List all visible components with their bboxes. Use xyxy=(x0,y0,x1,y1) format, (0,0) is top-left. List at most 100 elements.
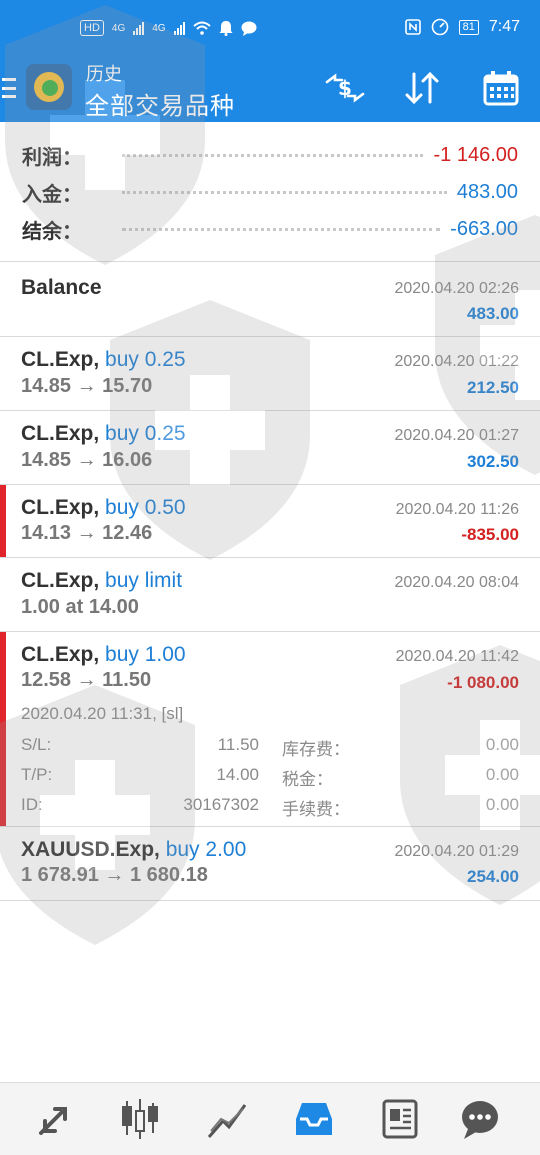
deal-row-expanded[interactable]: CL.Exp, buy 1.00 12.58 → 11.50 2020.04.2… xyxy=(0,632,540,827)
deal-time: 2020.04.20 08:04 xyxy=(394,574,519,591)
balance-label: 结余： xyxy=(22,220,82,243)
deal-prices: 14.85 → 15.70 xyxy=(21,375,153,397)
header-subtitle: 历史 xyxy=(86,64,122,84)
metatrader-logo[interactable] xyxy=(26,64,72,110)
tp-value: 14.00 xyxy=(216,765,259,784)
trade-arrows-icon[interactable] xyxy=(33,1097,77,1141)
deal-symbol: XAUUSD.Exp, xyxy=(21,838,160,861)
deal-time: 2020.04.20 01:27 xyxy=(394,427,519,444)
deal-time: 2020.04.20 02:26 xyxy=(394,280,519,297)
message-icon xyxy=(241,21,257,36)
status-bar: HD 4G 4G 81 7:47 xyxy=(0,0,540,56)
app-header: HD 4G 4G 81 7:47 历史 全部交易品种 $ xyxy=(0,0,540,122)
deal-time: 2020.04.20 01:29 xyxy=(394,843,519,860)
fee-label: 手续费： xyxy=(282,800,350,819)
deposit-value: 483.00 xyxy=(456,180,518,203)
swap-value: 0.00 xyxy=(485,735,519,754)
dotted-leader xyxy=(122,190,447,194)
deal-title: XAUUSD.Exp, buy 2.00 xyxy=(21,838,246,862)
dotted-leader xyxy=(122,153,424,157)
chart-line-icon[interactable] xyxy=(205,1097,249,1141)
loss-marker xyxy=(0,632,6,826)
currency-sort-icon[interactable]: $ xyxy=(325,68,365,108)
deal-row[interactable]: Balance 2020.04.20 02:26 483.00 xyxy=(0,262,540,337)
calendar-icon[interactable] xyxy=(481,68,521,108)
deal-prices: 1.00 at 14.00 xyxy=(21,596,139,618)
deal-title: CL.Exp, buy 0.50 xyxy=(21,496,186,520)
dotted-leader xyxy=(122,227,441,231)
sl-label: S/L: xyxy=(21,735,52,754)
deal-prices: 1 678.91 → 1 680.18 xyxy=(21,864,208,886)
chat-icon[interactable] xyxy=(458,1097,502,1141)
deal-prices: 14.13 → 12.46 xyxy=(21,522,153,544)
candlestick-icon[interactable] xyxy=(118,1097,162,1141)
deal-prices: 14.85 → 16.06 xyxy=(21,449,153,471)
deal-symbol: CL.Exp, xyxy=(21,422,100,445)
deal-operation: buy 0.50 xyxy=(105,496,186,519)
nfc-icon xyxy=(404,19,421,35)
deal-symbol: CL.Exp, xyxy=(21,643,100,666)
deal-profit: -1 080.00 xyxy=(447,673,519,692)
deal-time: 2020.04.20 11:26 xyxy=(395,501,519,518)
deal-profit: 302.50 xyxy=(467,452,519,471)
deal-row[interactable]: CL.Exp, buy 0.25 14.85 → 15.70 2020.04.2… xyxy=(0,337,540,411)
summary-profit-row: 利润： -1 146.00 xyxy=(22,140,518,170)
network-type-2: 4G xyxy=(152,22,166,34)
deal-title: CL.Exp, buy 0.25 xyxy=(21,422,186,446)
deal-row[interactable]: CL.Exp, buy limit 1.00 at 14.00 2020.04.… xyxy=(0,558,540,632)
clock: 7:47 xyxy=(488,18,520,35)
history-inbox-icon[interactable] xyxy=(292,1097,336,1141)
sort-arrows-icon[interactable] xyxy=(402,68,442,108)
summary-panel: 利润： -1 146.00 入金： 483.00 结余： -663.00 xyxy=(0,122,540,262)
deposit-label: 入金： xyxy=(22,183,82,206)
deal-row[interactable]: CL.Exp, buy 0.50 14.13 → 12.46 2020.04.2… xyxy=(0,485,540,558)
loss-marker xyxy=(0,485,6,557)
id-value: 30167302 xyxy=(183,795,259,814)
deal-row[interactable]: XAUUSD.Exp, buy 2.00 1 678.91 → 1 680.18… xyxy=(0,827,540,901)
deal-title: Balance xyxy=(21,276,102,299)
deal-symbol: CL.Exp, xyxy=(21,496,100,519)
bell-icon xyxy=(219,21,233,36)
deal-time: 2020.04.20 01:22 xyxy=(394,353,519,370)
deal-profit: 483.00 xyxy=(467,304,519,323)
app-bar: 历史 全部交易品种 $ xyxy=(0,56,540,122)
deal-title: CL.Exp, buy 0.25 xyxy=(21,348,186,372)
deal-title: CL.Exp, buy 1.00 xyxy=(21,643,186,667)
battery-indicator: 81 xyxy=(458,19,479,35)
menu-icon[interactable] xyxy=(2,78,16,98)
open-time: 2020.04.20 11:31, [sl] xyxy=(21,704,184,723)
wifi-icon xyxy=(192,21,211,35)
speed-icon xyxy=(431,18,448,36)
id-label: ID: xyxy=(21,795,43,814)
status-bar-left: HD 4G 4G xyxy=(80,20,257,36)
bottom-navigation xyxy=(0,1082,540,1155)
deal-profit: 254.00 xyxy=(467,867,519,886)
deal-profit: 212.50 xyxy=(467,378,519,397)
tax-value: 0.00 xyxy=(485,765,519,784)
deal-profit: -835.00 xyxy=(461,525,519,544)
deal-title: CL.Exp, buy limit xyxy=(21,569,182,593)
deal-operation: buy limit xyxy=(105,569,183,592)
deal-symbol: CL.Exp, xyxy=(21,348,100,371)
signal-icon-2 xyxy=(173,21,185,35)
balance-value: -663.00 xyxy=(450,217,518,240)
deal-operation: buy 0.25 xyxy=(105,422,186,445)
deal-operation: buy 0.25 xyxy=(105,348,186,371)
profit-value: -1 146.00 xyxy=(433,143,518,166)
deal-time: 2020.04.20 11:42 xyxy=(395,648,519,665)
hd-indicator: HD xyxy=(80,20,104,36)
deal-prices: 12.58 → 11.50 xyxy=(21,669,152,691)
swap-label: 库存费： xyxy=(282,740,350,759)
status-bar-right: 81 7:47 xyxy=(404,18,520,36)
svg-text:$: $ xyxy=(338,76,352,100)
news-icon[interactable] xyxy=(378,1097,422,1141)
tp-label: T/P: xyxy=(21,765,53,784)
profit-label: 利润： xyxy=(22,146,82,169)
deal-symbol: CL.Exp, xyxy=(21,569,100,592)
deal-row[interactable]: CL.Exp, buy 0.25 14.85 → 16.06 2020.04.2… xyxy=(0,411,540,485)
symbol-selector[interactable]: 全部交易品种 xyxy=(85,86,235,121)
signal-icon xyxy=(133,21,145,35)
tax-label: 税金： xyxy=(282,770,333,789)
network-type-1: 4G xyxy=(111,22,126,34)
summary-deposit-row: 入金： 483.00 xyxy=(22,177,518,207)
